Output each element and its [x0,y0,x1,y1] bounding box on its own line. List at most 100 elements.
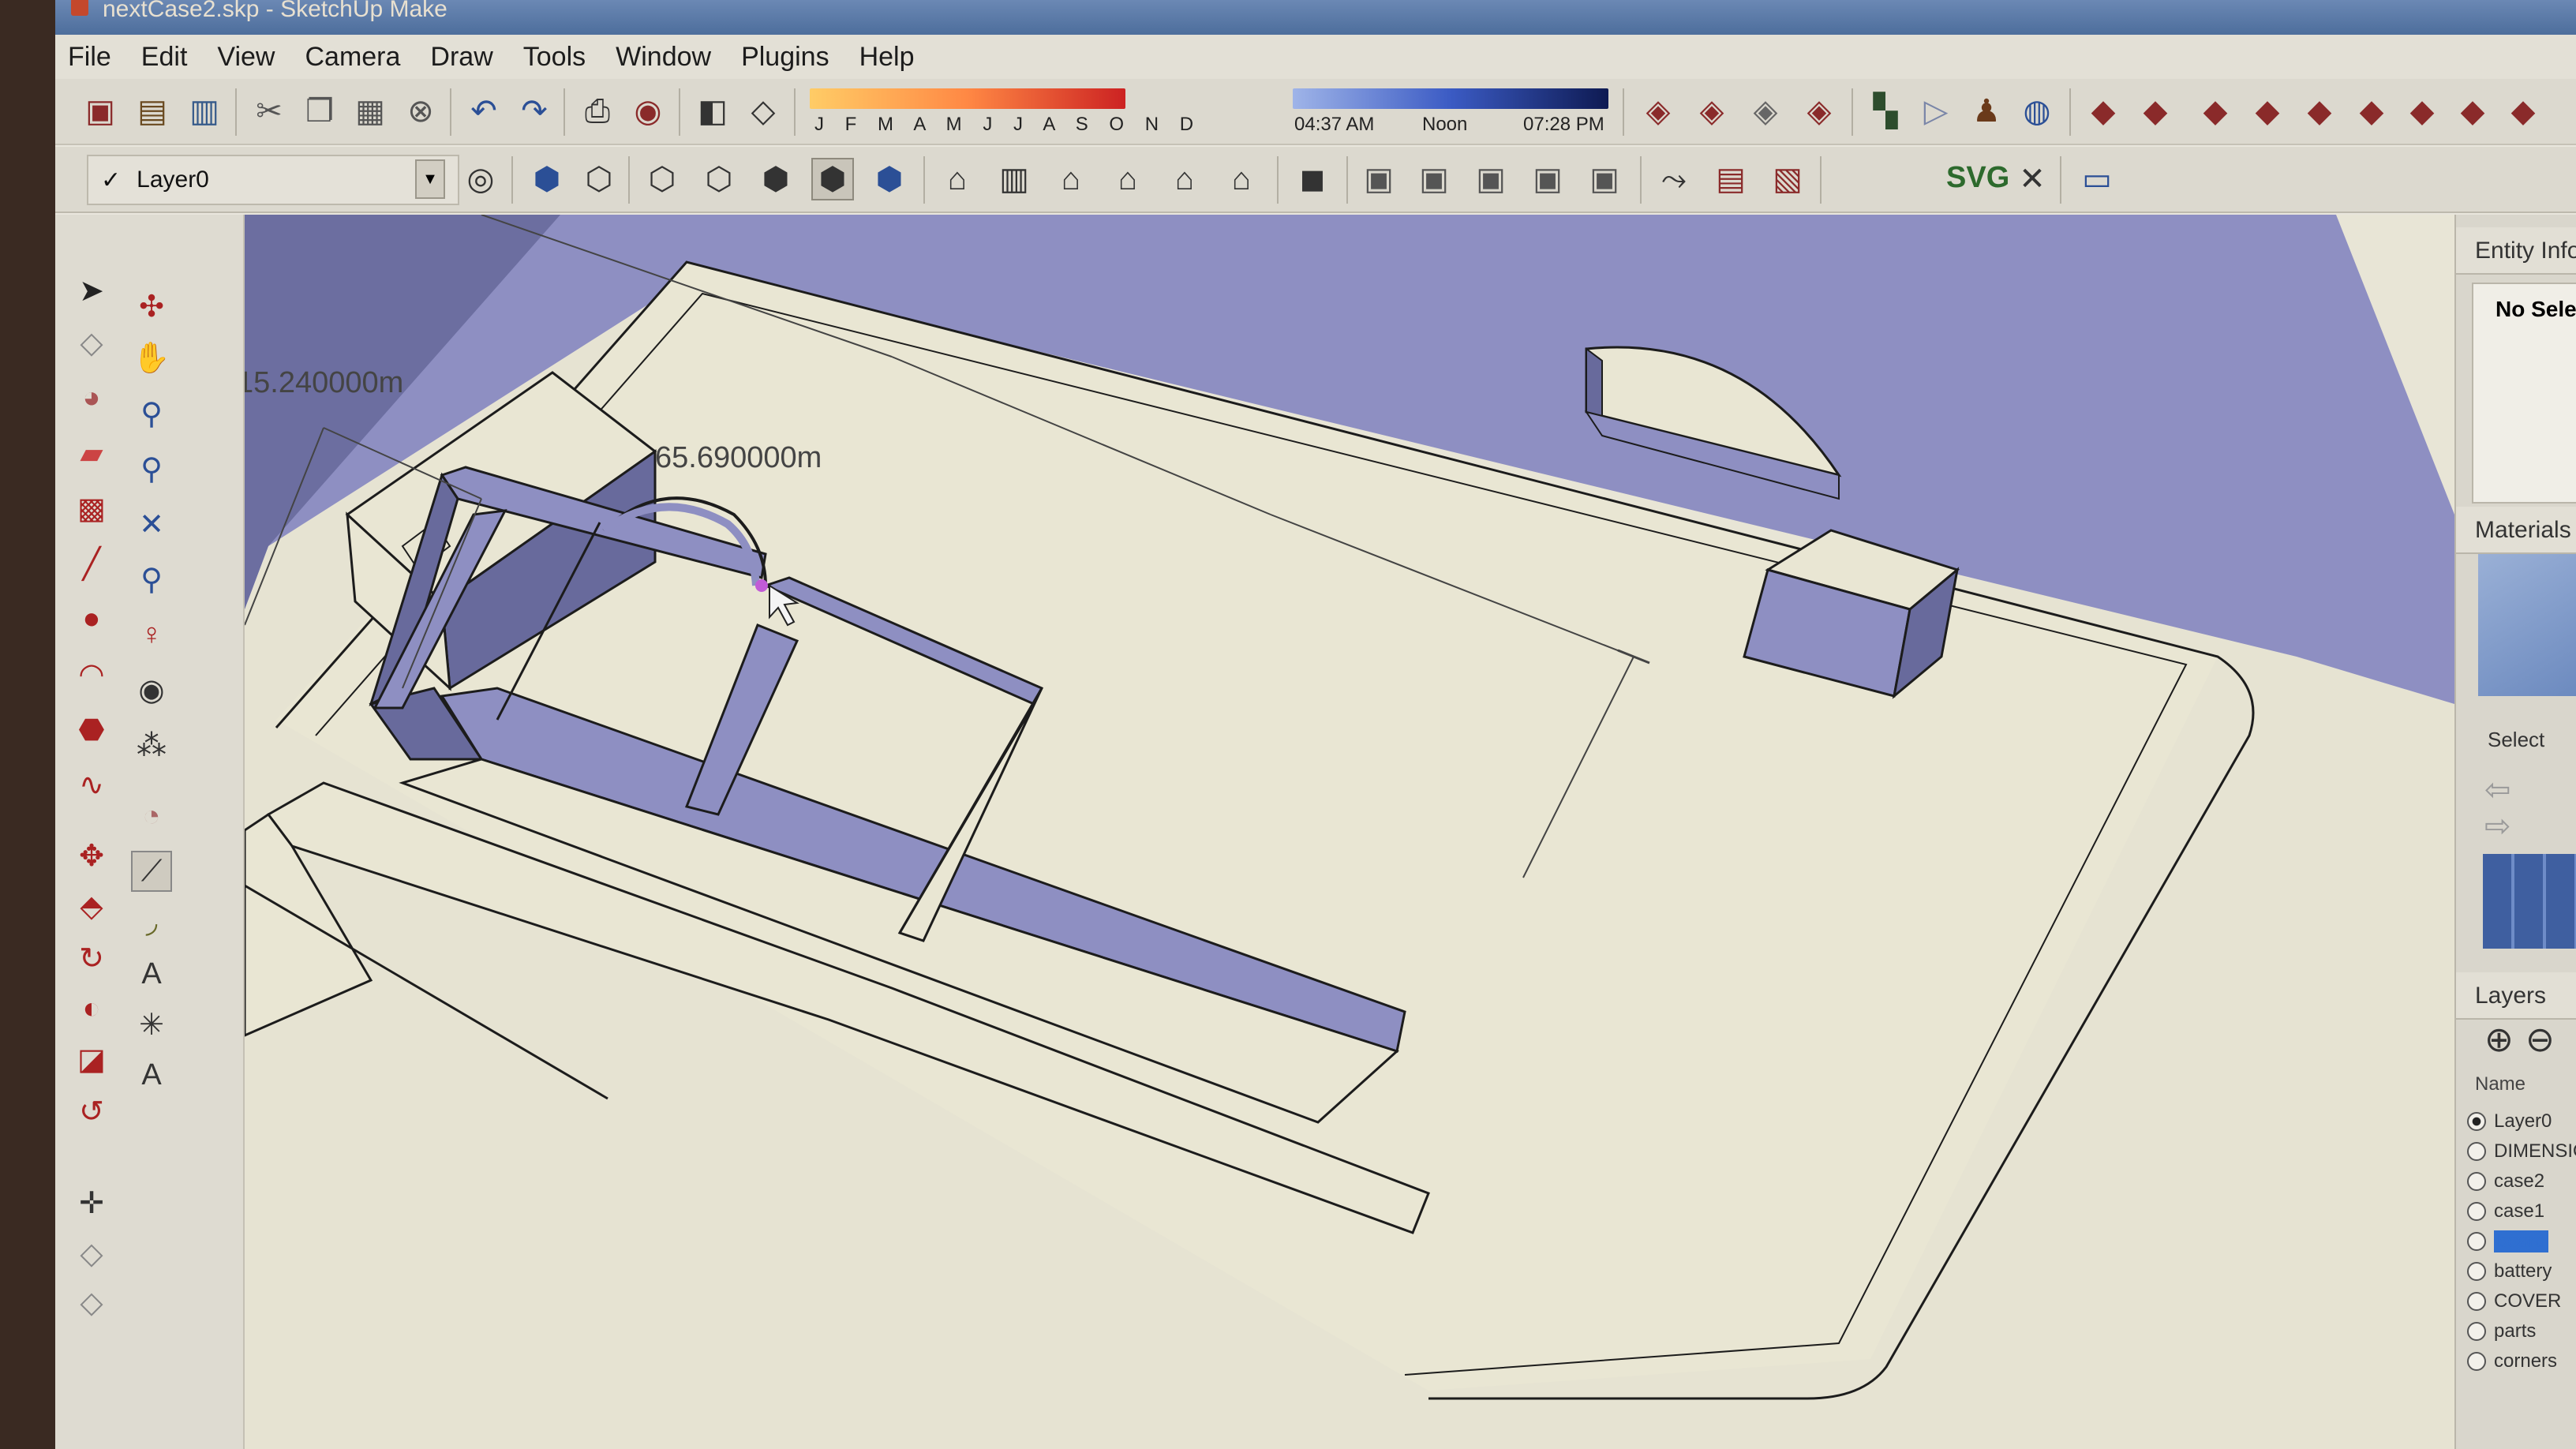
menu-edit[interactable]: Edit [141,42,188,73]
circle-icon[interactable]: ● [71,598,112,639]
menu-file[interactable]: File [68,42,111,73]
move-icon[interactable]: ✥ [71,835,112,876]
open-icon[interactable]: ▤ [131,90,174,133]
paste-icon[interactable]: ▦ [349,90,391,133]
erase-icon[interactable]: ⊗ [399,90,442,133]
material-swatch[interactable] [2478,554,2576,696]
protractor-icon[interactable]: ◞ [131,901,172,942]
pan-icon[interactable]: ✋ [131,338,172,379]
layer-radio[interactable] [2467,1352,2486,1371]
section-plane-icon[interactable]: ◼ [1291,158,1334,200]
solid-inspector-icon[interactable]: ◆ [2401,90,2443,133]
copy-icon[interactable]: ❐ [298,90,341,133]
left-view-icon[interactable]: ⌂ [1220,158,1263,200]
layer-row[interactable]: DIMENSIONS [2467,1136,2576,1166]
top-view-icon[interactable]: ▥ [993,158,1035,200]
solid-split-icon[interactable]: ◆ [2298,90,2341,133]
menu-camera[interactable]: Camera [305,42,400,73]
geo-location-icon[interactable]: ◍ [2016,90,2058,133]
sandbox-icon[interactable]: ◈ [1637,90,1679,133]
tape-measure-icon[interactable]: ▭ [2076,158,2118,200]
shaded-textures-icon[interactable]: ⬢ [811,158,854,200]
rectangle-icon[interactable]: ▩ [71,488,112,529]
iso-view-icon[interactable]: ⌂ [936,158,979,200]
dimension-icon[interactable]: ⟋ [131,851,172,892]
back-edges-icon[interactable]: ⬡ [578,158,620,200]
menu-draw[interactable]: Draw [430,42,492,73]
chevron-down-icon[interactable]: ▼ [415,159,445,199]
material-thumbnails[interactable] [2483,854,2576,949]
polygon-icon[interactable]: ⬣ [71,709,112,750]
axes-icon[interactable]: ✳ [131,1004,172,1045]
person-icon[interactable]: ♟ [1965,90,2008,133]
push-pull-icon[interactable]: ⬘ [71,886,112,927]
front-view-icon[interactable]: ⌂ [1050,158,1092,200]
camera-icon-2[interactable]: ▣ [1413,158,1455,200]
materials-header[interactable]: Materials [2456,507,2576,554]
push-pull-ext-icon[interactable]: ◆ [2451,90,2494,133]
layer-manager-icon[interactable]: ◎ [459,158,502,200]
entity-info-header[interactable]: Entity Info [2456,227,2576,275]
rotate-icon[interactable]: ↻ [71,938,112,979]
cut-icon[interactable]: ✂ [248,90,290,133]
layers-header[interactable]: Layers [2456,972,2576,1020]
layer-row[interactable]: parts [2467,1316,2576,1346]
zoom-extents-icon[interactable]: ✕ [131,504,172,545]
solid-intersect-icon[interactable]: ◆ [2194,90,2237,133]
walk-icon[interactable]: ⤳ [1653,158,1695,200]
solid-subtract-icon[interactable]: ◆ [2134,90,2177,133]
add-layer-icon[interactable]: ⊕ [2484,1020,2514,1060]
arc-icon[interactable]: ◠ [71,653,112,695]
layer-radio[interactable] [2467,1202,2486,1221]
redo-icon[interactable]: ↷ [513,90,556,133]
previous-view-icon[interactable]: ⚲ [131,559,172,600]
share-model-icon[interactable]: ▷ [1915,90,1957,133]
layer-radio[interactable] [2467,1172,2486,1191]
eraser-icon[interactable]: ▰ [71,432,112,474]
wireframe-icon[interactable]: ⬡ [641,158,683,200]
new-icon[interactable]: ▣ [79,90,122,133]
layer-row[interactable]: corners [2467,1346,2576,1376]
warehouse-icon[interactable]: ▚ [1864,90,1907,133]
model-info-icon[interactable]: ◉ [627,90,669,133]
layer-row[interactable]: case2 [2467,1166,2576,1196]
layer-row[interactable]: COVER [2467,1286,2576,1316]
smoove-icon[interactable]: ◈ [1798,90,1840,133]
line-icon[interactable]: ╱ [71,543,112,584]
materials-nav-arrows-icon[interactable]: ⇦ ⇨ [2484,772,2576,844]
camera-icon-5[interactable]: ▣ [1583,158,1626,200]
drape-icon[interactable]: ◈ [1744,90,1787,133]
xray-icon[interactable]: ⬢ [526,158,568,200]
layer-radio[interactable] [2467,1262,2486,1281]
right-view-icon[interactable]: ⌂ [1106,158,1149,200]
fog-icon[interactable]: ◇ [742,90,784,133]
back-view-icon[interactable]: ⌂ [1163,158,1206,200]
svg-plugin-label[interactable]: SVG [1946,161,2009,195]
layer-radio[interactable] [2467,1112,2486,1131]
layer-row[interactable]: battery [2467,1256,2576,1286]
walk-footprints-icon[interactable]: ⁂ [131,724,172,766]
offset-icon[interactable]: ↺ [71,1091,112,1132]
stamp-icon[interactable]: ◈ [1690,90,1733,133]
look-around-icon[interactable]: ◉ [131,669,172,710]
layer-row[interactable]: case1 [2467,1196,2576,1226]
tape-measure-tool-icon[interactable]: ◔ [131,796,172,837]
component-icon[interactable]: ▧ [1766,158,1809,200]
remove-layer-icon[interactable]: ⊖ [2525,1020,2555,1060]
monochrome-icon[interactable]: ⬢ [868,158,911,200]
layer-selector[interactable]: ✓ Layer0 [87,155,459,205]
camera-icon-4[interactable]: ▣ [1526,158,1569,200]
shadows-toggle-icon[interactable]: ◧ [691,90,734,133]
layer-radio[interactable] [2467,1232,2486,1251]
select-arrow-icon[interactable]: ➤ [71,270,112,311]
export-icon[interactable]: ▤ [1709,158,1752,200]
follow-me-icon[interactable]: ◐ [71,988,112,1029]
zoom-window-icon[interactable]: ⚲ [131,448,172,489]
menu-window[interactable]: Window [616,42,711,73]
paint-bucket-icon[interactable]: ◕ [71,377,112,418]
shaded-icon[interactable]: ⬢ [754,158,797,200]
follow-me-ext-icon[interactable]: ◆ [2502,90,2544,133]
save-icon[interactable]: ▥ [183,90,226,133]
solid-trim-icon[interactable]: ◆ [2246,90,2289,133]
camera-icon[interactable]: ▣ [1357,158,1400,200]
